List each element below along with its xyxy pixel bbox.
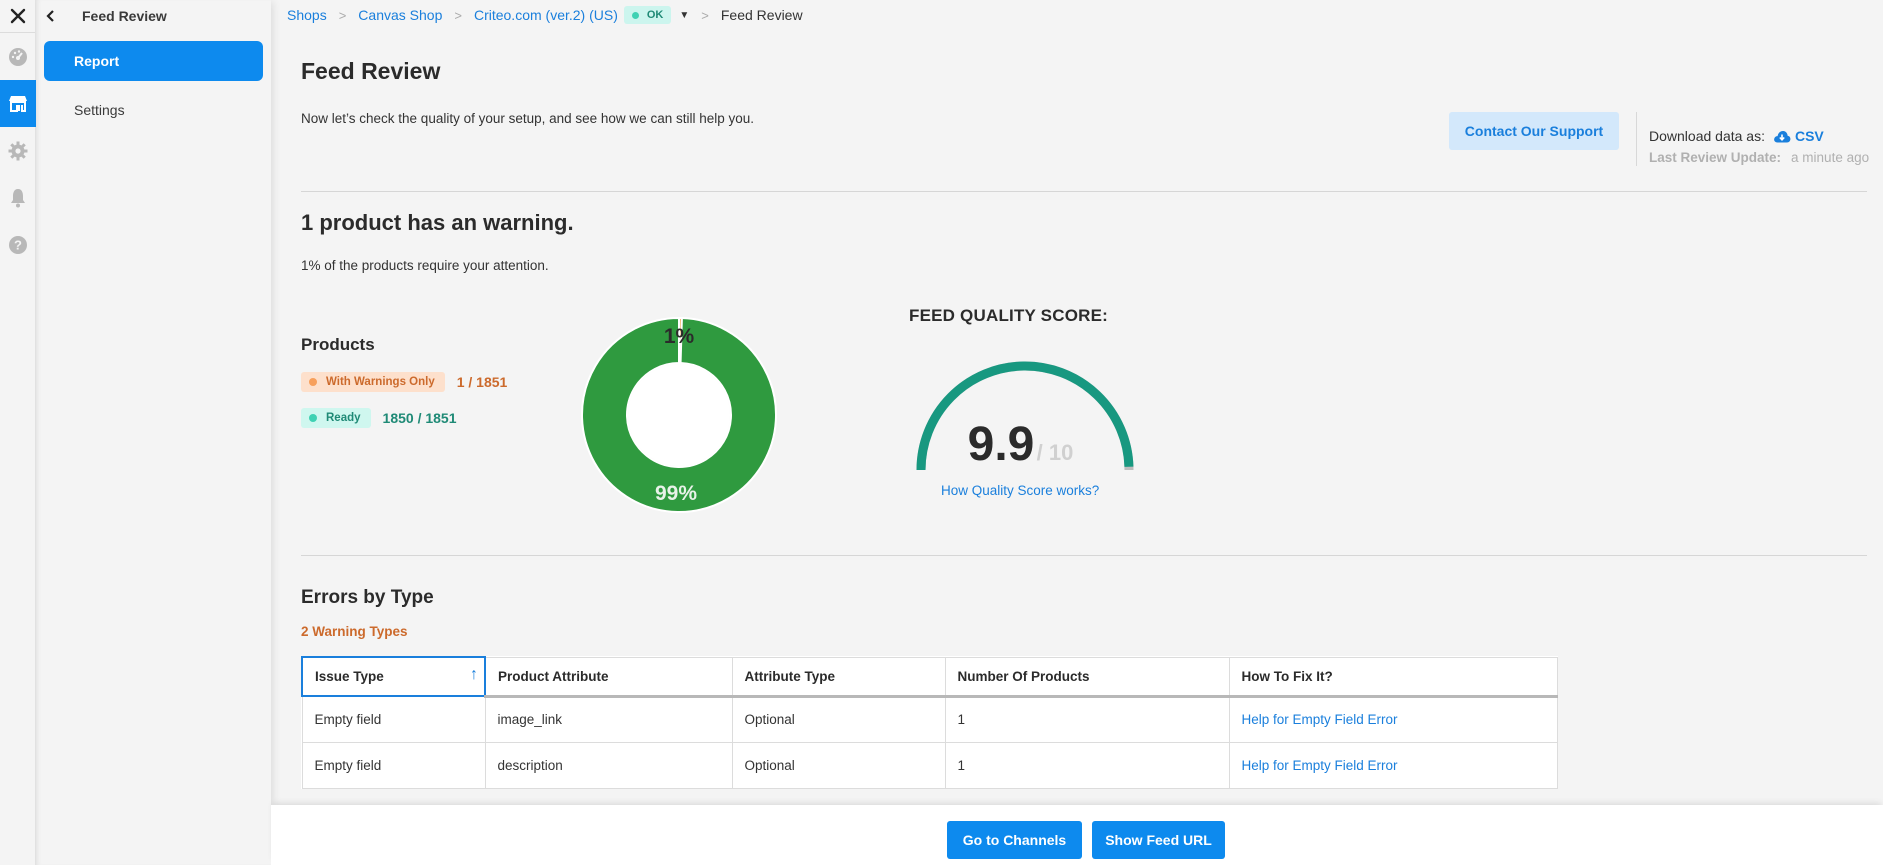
cell-how-to-fix: Help for Empty Field Error: [1228, 741, 1558, 789]
warning-summary-subtext: 1% of the products require your attentio…: [301, 258, 549, 273]
bell-icon: [11, 188, 25, 207]
column-header-product-attribute[interactable]: Product Attribute: [484, 656, 733, 698]
warnings-badge[interactable]: With Warnings Only: [301, 372, 445, 392]
breadcrumb-separator: >: [454, 7, 462, 23]
breadcrumb-shops[interactable]: Shops: [287, 7, 327, 23]
legend-ready: Ready 1850 / 1851: [301, 408, 457, 428]
column-header-number-of-products[interactable]: Number Of Products: [944, 656, 1230, 698]
cell-attribute-type: Optional: [731, 741, 946, 789]
breadcrumb-separator: >: [701, 7, 709, 23]
ready-badge[interactable]: Ready: [301, 408, 371, 428]
quality-score-max: / 10: [1037, 440, 1074, 465]
cell-number-of-products: 1: [944, 695, 1230, 743]
status-badge: OK: [623, 6, 672, 24]
footer-action-bar: Go to Channels Show Feed URL: [271, 805, 1883, 865]
breadcrumb: Shops > Canvas Shop > Criteo.com (ver.2)…: [287, 5, 803, 25]
help-link[interactable]: Help for Empty Field Error: [1242, 758, 1398, 773]
page-title: Feed Review: [301, 58, 441, 84]
column-header-issue-type[interactable]: Issue Type ↑: [301, 656, 486, 697]
warning-summary-heading: 1 product has an warning.: [301, 210, 574, 235]
section-divider: [301, 191, 1867, 192]
donut-label-ready: 99%: [655, 482, 697, 505]
column-header-how-to-fix[interactable]: How To Fix It?: [1228, 656, 1558, 698]
subnav-header: Feed Review: [36, 0, 271, 32]
status-label: OK: [646, 9, 664, 21]
table-row: Empty field image_link Optional 1 Help f…: [301, 695, 1558, 743]
csv-label: CSV: [1794, 128, 1824, 144]
cell-how-to-fix: Help for Empty Field Error: [1228, 695, 1558, 743]
products-label: Products: [301, 335, 375, 354]
vertical-divider: [1636, 112, 1637, 166]
last-review-update: Last Review Update: a minute ago: [1649, 150, 1869, 165]
warnings-label: With Warnings Only: [326, 376, 435, 388]
ready-count: 1850 / 1851: [382, 410, 457, 426]
rail-item-shop[interactable]: [0, 80, 36, 127]
show-feed-url-button[interactable]: Show Feed URL: [1092, 821, 1225, 859]
quality-score-title: FEED QUALITY SCORE:: [909, 306, 1109, 325]
back-button[interactable]: [44, 9, 72, 23]
rail-item-dashboard[interactable]: [0, 33, 36, 80]
sort-ascending-icon: ↑: [470, 666, 478, 683]
cell-attribute-type: Optional: [731, 695, 946, 743]
cell-issue-type: Empty field: [301, 695, 486, 743]
table-row: Empty field description Optional 1 Help …: [301, 741, 1558, 789]
contact-support-button[interactable]: Contact Our Support: [1449, 112, 1619, 150]
cloud-download-icon: [1774, 130, 1791, 142]
legend-warnings: With Warnings Only 1 / 1851: [301, 372, 507, 392]
chevron-left-icon: [46, 10, 54, 22]
section-divider: [301, 555, 1867, 556]
download-row: Download data as: CSV: [1649, 128, 1824, 144]
rail-item-settings[interactable]: [0, 127, 36, 174]
rail-item-help[interactable]: ?: [0, 221, 36, 268]
last-update-value: a minute ago: [1791, 150, 1870, 165]
help-link[interactable]: Help for Empty Field Error: [1242, 712, 1398, 727]
warning-types-count: 2 Warning Types: [301, 624, 408, 639]
gear-icon: [8, 141, 28, 160]
quality-score-gauge: 9.9 / 10: [916, 361, 1134, 471]
icon-rail: ?: [0, 0, 36, 865]
ready-dot: [309, 414, 317, 422]
column-header-attribute-type[interactable]: Attribute Type: [731, 656, 946, 698]
rail-item-notifications[interactable]: [0, 174, 36, 221]
ready-label: Ready: [326, 412, 361, 424]
subnav-item-settings[interactable]: Settings: [44, 90, 263, 130]
download-csv-link[interactable]: CSV: [1773, 128, 1824, 144]
subnav-title: Feed Review: [82, 8, 167, 24]
cell-issue-type: Empty field: [301, 741, 486, 789]
cell-product-attribute: image_link: [484, 695, 733, 743]
sub-navigation: Feed Review Report Settings: [36, 0, 271, 865]
errors-heading: Errors by Type: [301, 587, 434, 608]
subnav-item-report[interactable]: Report: [44, 41, 263, 81]
close-icon: [10, 8, 25, 24]
cell-product-attribute: description: [484, 741, 733, 789]
main-content: Shops > Canvas Shop > Criteo.com (ver.2)…: [271, 0, 1883, 805]
dashboard-icon: [9, 47, 27, 66]
shop-icon: [9, 95, 27, 112]
errors-table: Issue Type ↑ Product Attribute Attribute …: [301, 656, 1558, 789]
table-header-row: Issue Type ↑ Product Attribute Attribute …: [301, 656, 1558, 698]
warnings-count: 1 / 1851: [456, 374, 508, 390]
donut-label-with-warnings-only: 1%: [664, 325, 695, 348]
help-icon: ?: [9, 235, 27, 254]
products-donut-chart: 1% 99%: [581, 316, 777, 513]
svg-text:?: ?: [14, 237, 22, 252]
breadcrumb-current: Feed Review: [720, 7, 803, 23]
breadcrumb-canvas-shop[interactable]: Canvas Shop: [358, 7, 442, 23]
quality-score-help-link[interactable]: How Quality Score works?: [941, 483, 1099, 498]
cell-number-of-products: 1: [944, 741, 1230, 789]
status-dot: [631, 11, 639, 19]
close-button[interactable]: [0, 0, 35, 33]
channel-dropdown-caret-icon[interactable]: ▼: [679, 10, 689, 21]
donut-hole: [628, 364, 730, 466]
last-update-label: Last Review Update:: [1649, 150, 1782, 165]
go-to-channels-button[interactable]: Go to Channels: [947, 821, 1082, 859]
breadcrumb-separator: >: [338, 7, 347, 23]
download-label: Download data as:: [1649, 128, 1765, 144]
quality-score-value: 9.9: [968, 418, 1035, 471]
page-subtitle: Now let’s check the quality of your setu…: [301, 111, 755, 126]
warnings-dot: [309, 378, 317, 386]
breadcrumb-channel[interactable]: Criteo.com (ver.2) (US): [474, 7, 618, 23]
